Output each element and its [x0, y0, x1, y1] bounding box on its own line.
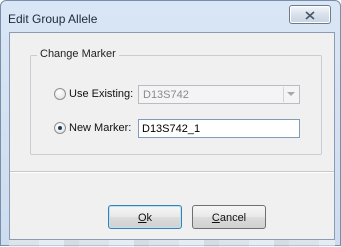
cancel-label: ancel: [219, 212, 247, 224]
ok-mnemonic: O: [137, 212, 147, 224]
close-button[interactable]: [289, 5, 331, 24]
use-existing-radio[interactable]: [54, 88, 66, 100]
existing-marker-value: D13S742: [143, 89, 189, 101]
dialog-window: Edit Group Allele Change Marker Use Exis…: [0, 0, 341, 247]
close-icon: [305, 11, 315, 20]
new-marker-radio[interactable]: [54, 122, 66, 134]
new-marker-field[interactable]: [138, 119, 300, 138]
new-marker-label[interactable]: New Marker:: [69, 122, 131, 134]
new-marker-input[interactable]: [139, 120, 297, 137]
chevron-down-icon: [287, 92, 295, 96]
radio-selected-dot: [58, 126, 62, 130]
dialog-title: Edit Group Allele: [8, 12, 98, 26]
existing-marker-select[interactable]: D13S742: [138, 85, 300, 104]
cancel-mnemonic: C: [211, 212, 220, 224]
cancel-button[interactable]: Cancel: [192, 205, 266, 229]
ok-label: k: [146, 212, 153, 224]
group-legend: Change Marker: [37, 48, 119, 60]
dropdown-button[interactable]: [283, 87, 298, 102]
change-marker-group: Change Marker: [30, 48, 322, 155]
use-existing-label[interactable]: Use Existing:: [69, 88, 133, 100]
button-divider: [10, 171, 334, 173]
ok-button[interactable]: Ok: [108, 205, 182, 229]
